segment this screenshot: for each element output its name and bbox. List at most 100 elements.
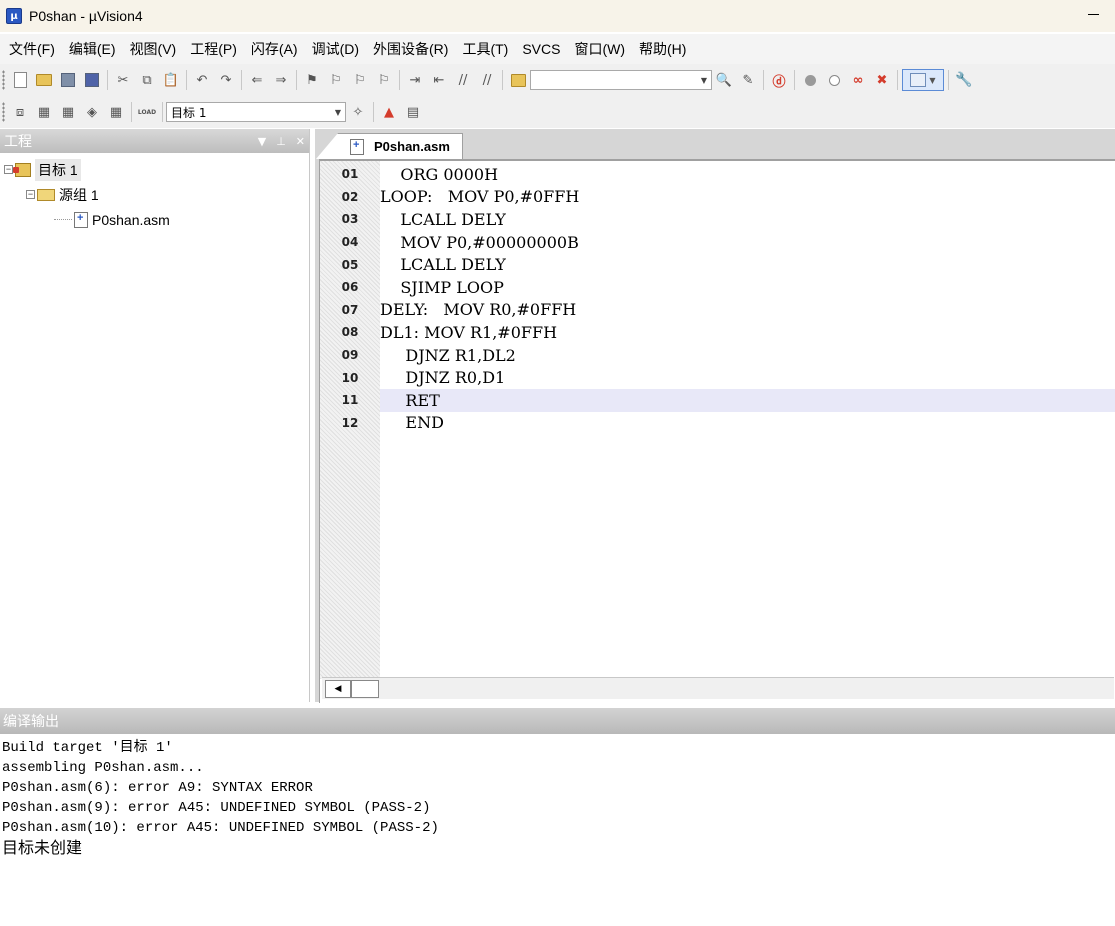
horizontal-scrollbar[interactable]: ◀: [322, 677, 1114, 699]
code-line[interactable]: 05 LCALL DELY: [320, 253, 1115, 276]
copy-icon[interactable]: ⧉: [136, 69, 158, 91]
bookmark-clear-icon[interactable]: ⚐: [373, 69, 395, 91]
menu-project[interactable]: 工程(P): [183, 35, 244, 63]
scroll-left-icon[interactable]: ◀: [325, 680, 351, 698]
menu-view[interactable]: 视图(V): [123, 35, 184, 63]
download-icon[interactable]: LOAD: [136, 101, 158, 123]
breakpoint-insert-icon[interactable]: [799, 69, 821, 91]
output-line: P0shan.asm(6): error A9: SYNTAX ERROR: [2, 780, 313, 796]
nav-back-icon[interactable]: ⇐: [246, 69, 268, 91]
collapse-icon[interactable]: −: [4, 165, 13, 174]
code-line[interactable]: 01 ORG 0000H: [320, 163, 1115, 186]
comment-icon[interactable]: //: [452, 69, 474, 91]
new-file-icon[interactable]: [9, 69, 31, 91]
code-line[interactable]: 10 DJNZ R0,D1: [320, 366, 1115, 389]
menu-svcs[interactable]: SVCS: [515, 35, 567, 63]
bookmark-next-icon[interactable]: ⚐: [349, 69, 371, 91]
menu-window[interactable]: 窗口(W): [567, 35, 632, 63]
code-line[interactable]: 03 LCALL DELY: [320, 208, 1115, 231]
find-combo[interactable]: ▼: [530, 70, 712, 90]
toolbar-grip[interactable]: [2, 70, 5, 90]
target-select[interactable]: 目标 1 ▼: [166, 102, 346, 122]
line-number: 01: [341, 167, 359, 182]
breakpoint-kill-all-icon[interactable]: ✖: [871, 69, 893, 91]
manage-components-icon[interactable]: ▲: [378, 101, 400, 123]
build-output[interactable]: Build target '目标 1' assembling P0shan.as…: [0, 736, 1115, 926]
output-panel-header: 编译输出: [0, 708, 1115, 734]
menu-help[interactable]: 帮助(H): [632, 35, 693, 63]
toolbar-separator: [186, 70, 187, 90]
minimize-button[interactable]: [1085, 6, 1101, 22]
code-line[interactable]: 12 END: [320, 412, 1115, 435]
incremental-find-icon[interactable]: ✎: [737, 69, 759, 91]
save-icon[interactable]: [57, 69, 79, 91]
debug-session-icon[interactable]: ⓓ: [768, 69, 790, 91]
output-line-result: 目标未创建: [2, 838, 83, 857]
uncomment-icon[interactable]: //: [476, 69, 498, 91]
save-all-icon[interactable]: [81, 69, 103, 91]
code-line[interactable]: 07 DELY: MOV R0,#0FFH: [320, 299, 1115, 322]
code-text: LCALL DELY: [380, 255, 506, 275]
redo-icon[interactable]: ↷: [215, 69, 237, 91]
code-line[interactable]: 09 DJNZ R1,DL2: [320, 344, 1115, 367]
bookmark-prev-icon[interactable]: ⚐: [325, 69, 347, 91]
breakpoint-disable-all-icon[interactable]: ∞: [847, 69, 869, 91]
menu-flash[interactable]: 闪存(A): [244, 35, 305, 63]
toolbar-separator: [763, 70, 764, 90]
code-line[interactable]: 06 SJIMP LOOP: [320, 276, 1115, 299]
window-layout-icon[interactable]: ▼: [902, 69, 944, 91]
code-text: DJNZ R0,D1: [380, 368, 506, 388]
combo-arrow-icon[interactable]: ▼: [697, 71, 711, 89]
code-line[interactable]: 11 RET: [320, 388, 1115, 412]
code-editor[interactable]: 01 ORG 0000H 02 LOOP: MOV P0,#0FFH 03 LCALL…: [319, 159, 1115, 703]
configure-icon[interactable]: 🔧: [953, 69, 975, 91]
build-icon[interactable]: ▦: [33, 101, 55, 123]
menu-file[interactable]: 文件(F): [2, 35, 62, 63]
tree-connector: [54, 219, 72, 220]
output-line: P0shan.asm(9): error A45: UNDEFINED SYMB…: [2, 800, 431, 816]
translate-icon[interactable]: ⧈: [9, 101, 31, 123]
code-line[interactable]: 08 DL1: MOV R1,#0FFH: [320, 321, 1115, 344]
toolbar-separator: [162, 102, 163, 122]
code-line[interactable]: 02 LOOP: MOV P0,#0FFH: [320, 186, 1115, 209]
tree-item-group[interactable]: − 源组 1: [4, 182, 309, 207]
paste-icon[interactable]: 📋: [160, 69, 182, 91]
rebuild-icon[interactable]: ▦: [57, 101, 79, 123]
tree-item-file[interactable]: P0shan.asm: [4, 207, 309, 232]
bookmark-toggle-icon[interactable]: ⚑: [301, 69, 323, 91]
toolbar-grip[interactable]: [2, 102, 5, 122]
code-line[interactable]: 04 MOV P0,#00000000B: [320, 231, 1115, 254]
undo-icon[interactable]: ↶: [191, 69, 213, 91]
tab-p0shan-asm[interactable]: P0shan.asm: [316, 133, 463, 159]
tree-item-target[interactable]: − 目标 1: [4, 157, 309, 182]
breakpoint-enable-icon[interactable]: [823, 69, 845, 91]
nav-forward-icon[interactable]: ⇒: [270, 69, 292, 91]
scroll-thumb[interactable]: [351, 680, 379, 698]
uvision-window: μ P0shan - µVision4 文件(F) 编辑(E) 视图(V) 工程…: [0, 0, 1115, 926]
pin-icon[interactable]: ⊥: [276, 135, 286, 148]
target-options-icon[interactable]: ✧: [347, 101, 369, 123]
line-number: 04: [341, 235, 359, 250]
find-icon[interactable]: 🔍: [713, 69, 735, 91]
menu-debug[interactable]: 调试(D): [305, 35, 366, 63]
toolbar-separator: [107, 70, 108, 90]
project-panel: 工程 ▼ ⊥ ✕ − 目标 1 − 源组 1 P0shan.asm: [0, 129, 310, 702]
toolbar-separator: [241, 70, 242, 90]
panel-dropdown-icon[interactable]: ▼: [258, 135, 266, 148]
folder-icon: [37, 188, 55, 201]
indent-icon[interactable]: ⇥: [404, 69, 426, 91]
batch-build-icon[interactable]: ◈: [81, 101, 103, 123]
close-icon[interactable]: ✕: [296, 135, 305, 148]
menu-tools[interactable]: 工具(T): [455, 35, 515, 63]
line-number: 11: [341, 393, 359, 408]
menu-peripherals[interactable]: 外围设备(R): [366, 35, 455, 63]
select-packs-icon[interactable]: ▤: [402, 101, 424, 123]
stop-build-icon[interactable]: ▦: [105, 101, 127, 123]
unindent-icon[interactable]: ⇤: [428, 69, 450, 91]
collapse-icon[interactable]: −: [26, 190, 35, 199]
find-in-files-icon[interactable]: [507, 69, 529, 91]
menu-edit[interactable]: 编辑(E): [62, 35, 123, 63]
open-file-icon[interactable]: [33, 69, 55, 91]
cut-icon[interactable]: ✂: [112, 69, 134, 91]
combo-arrow-icon[interactable]: ▼: [331, 103, 345, 121]
